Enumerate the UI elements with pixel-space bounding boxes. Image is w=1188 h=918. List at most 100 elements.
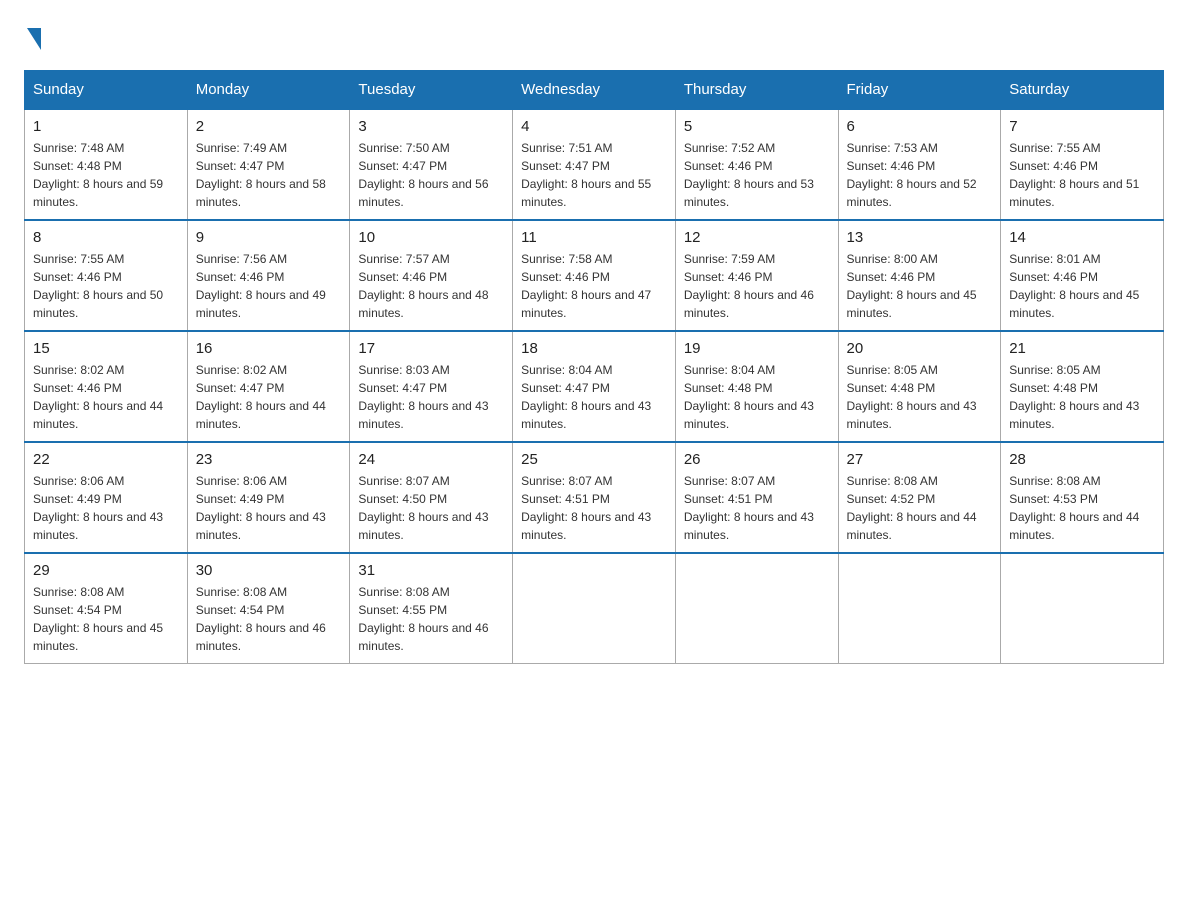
day-info: Sunrise: 8:08 AMSunset: 4:53 PMDaylight:… — [1009, 474, 1139, 542]
weekday-header-saturday: Saturday — [1001, 71, 1164, 110]
table-row — [838, 553, 1001, 664]
day-number: 15 — [33, 340, 179, 357]
table-row: 19 Sunrise: 8:04 AMSunset: 4:48 PMDaylig… — [675, 331, 838, 442]
day-info: Sunrise: 8:07 AMSunset: 4:51 PMDaylight:… — [521, 474, 651, 542]
day-info: Sunrise: 8:06 AMSunset: 4:49 PMDaylight:… — [33, 474, 163, 542]
table-row: 7 Sunrise: 7:55 AMSunset: 4:46 PMDayligh… — [1001, 109, 1164, 220]
day-number: 16 — [196, 340, 342, 357]
table-row: 27 Sunrise: 8:08 AMSunset: 4:52 PMDaylig… — [838, 442, 1001, 553]
table-row: 24 Sunrise: 8:07 AMSunset: 4:50 PMDaylig… — [350, 442, 513, 553]
day-info: Sunrise: 8:04 AMSunset: 4:47 PMDaylight:… — [521, 363, 651, 431]
day-number: 29 — [33, 562, 179, 579]
week-row-5: 29 Sunrise: 8:08 AMSunset: 4:54 PMDaylig… — [25, 553, 1164, 664]
table-row: 4 Sunrise: 7:51 AMSunset: 4:47 PMDayligh… — [513, 109, 676, 220]
calendar-table: SundayMondayTuesdayWednesdayThursdayFrid… — [24, 70, 1164, 664]
day-number: 7 — [1009, 118, 1155, 135]
day-info: Sunrise: 7:51 AMSunset: 4:47 PMDaylight:… — [521, 141, 651, 209]
day-number: 30 — [196, 562, 342, 579]
day-info: Sunrise: 7:55 AMSunset: 4:46 PMDaylight:… — [33, 252, 163, 320]
logo — [24, 24, 41, 50]
day-number: 10 — [358, 229, 504, 246]
table-row: 26 Sunrise: 8:07 AMSunset: 4:51 PMDaylig… — [675, 442, 838, 553]
day-number: 17 — [358, 340, 504, 357]
day-number: 11 — [521, 229, 667, 246]
day-info: Sunrise: 8:05 AMSunset: 4:48 PMDaylight:… — [1009, 363, 1139, 431]
day-number: 24 — [358, 451, 504, 468]
day-info: Sunrise: 7:58 AMSunset: 4:46 PMDaylight:… — [521, 252, 651, 320]
day-info: Sunrise: 7:53 AMSunset: 4:46 PMDaylight:… — [847, 141, 977, 209]
day-info: Sunrise: 7:50 AMSunset: 4:47 PMDaylight:… — [358, 141, 488, 209]
day-number: 18 — [521, 340, 667, 357]
day-number: 21 — [1009, 340, 1155, 357]
day-info: Sunrise: 7:55 AMSunset: 4:46 PMDaylight:… — [1009, 141, 1139, 209]
table-row: 20 Sunrise: 8:05 AMSunset: 4:48 PMDaylig… — [838, 331, 1001, 442]
day-info: Sunrise: 8:06 AMSunset: 4:49 PMDaylight:… — [196, 474, 326, 542]
table-row: 6 Sunrise: 7:53 AMSunset: 4:46 PMDayligh… — [838, 109, 1001, 220]
week-row-1: 1 Sunrise: 7:48 AMSunset: 4:48 PMDayligh… — [25, 109, 1164, 220]
day-number: 9 — [196, 229, 342, 246]
day-info: Sunrise: 7:48 AMSunset: 4:48 PMDaylight:… — [33, 141, 163, 209]
day-info: Sunrise: 8:02 AMSunset: 4:46 PMDaylight:… — [33, 363, 163, 431]
table-row — [675, 553, 838, 664]
day-number: 19 — [684, 340, 830, 357]
table-row: 8 Sunrise: 7:55 AMSunset: 4:46 PMDayligh… — [25, 220, 188, 331]
table-row: 1 Sunrise: 7:48 AMSunset: 4:48 PMDayligh… — [25, 109, 188, 220]
day-info: Sunrise: 8:02 AMSunset: 4:47 PMDaylight:… — [196, 363, 326, 431]
table-row: 23 Sunrise: 8:06 AMSunset: 4:49 PMDaylig… — [187, 442, 350, 553]
day-number: 26 — [684, 451, 830, 468]
day-number: 25 — [521, 451, 667, 468]
day-number: 3 — [358, 118, 504, 135]
day-number: 4 — [521, 118, 667, 135]
day-number: 22 — [33, 451, 179, 468]
week-row-2: 8 Sunrise: 7:55 AMSunset: 4:46 PMDayligh… — [25, 220, 1164, 331]
day-info: Sunrise: 7:52 AMSunset: 4:46 PMDaylight:… — [684, 141, 814, 209]
day-info: Sunrise: 8:03 AMSunset: 4:47 PMDaylight:… — [358, 363, 488, 431]
day-info: Sunrise: 8:08 AMSunset: 4:54 PMDaylight:… — [196, 585, 326, 653]
table-row: 13 Sunrise: 8:00 AMSunset: 4:46 PMDaylig… — [838, 220, 1001, 331]
table-row: 15 Sunrise: 8:02 AMSunset: 4:46 PMDaylig… — [25, 331, 188, 442]
day-number: 8 — [33, 229, 179, 246]
day-info: Sunrise: 8:08 AMSunset: 4:52 PMDaylight:… — [847, 474, 977, 542]
table-row — [1001, 553, 1164, 664]
weekday-header-thursday: Thursday — [675, 71, 838, 110]
table-row: 2 Sunrise: 7:49 AMSunset: 4:47 PMDayligh… — [187, 109, 350, 220]
table-row: 31 Sunrise: 8:08 AMSunset: 4:55 PMDaylig… — [350, 553, 513, 664]
day-info: Sunrise: 8:07 AMSunset: 4:51 PMDaylight:… — [684, 474, 814, 542]
day-number: 28 — [1009, 451, 1155, 468]
day-info: Sunrise: 8:01 AMSunset: 4:46 PMDaylight:… — [1009, 252, 1139, 320]
day-info: Sunrise: 8:08 AMSunset: 4:55 PMDaylight:… — [358, 585, 488, 653]
day-number: 12 — [684, 229, 830, 246]
weekday-header-friday: Friday — [838, 71, 1001, 110]
day-number: 6 — [847, 118, 993, 135]
day-number: 20 — [847, 340, 993, 357]
day-number: 31 — [358, 562, 504, 579]
day-info: Sunrise: 7:57 AMSunset: 4:46 PMDaylight:… — [358, 252, 488, 320]
day-info: Sunrise: 8:00 AMSunset: 4:46 PMDaylight:… — [847, 252, 977, 320]
table-row: 16 Sunrise: 8:02 AMSunset: 4:47 PMDaylig… — [187, 331, 350, 442]
table-row: 17 Sunrise: 8:03 AMSunset: 4:47 PMDaylig… — [350, 331, 513, 442]
day-info: Sunrise: 7:49 AMSunset: 4:47 PMDaylight:… — [196, 141, 326, 209]
logo-arrow-icon — [27, 28, 41, 50]
table-row: 3 Sunrise: 7:50 AMSunset: 4:47 PMDayligh… — [350, 109, 513, 220]
weekday-header-row: SundayMondayTuesdayWednesdayThursdayFrid… — [25, 71, 1164, 110]
weekday-header-sunday: Sunday — [25, 71, 188, 110]
table-row: 22 Sunrise: 8:06 AMSunset: 4:49 PMDaylig… — [25, 442, 188, 553]
table-row: 29 Sunrise: 8:08 AMSunset: 4:54 PMDaylig… — [25, 553, 188, 664]
table-row: 21 Sunrise: 8:05 AMSunset: 4:48 PMDaylig… — [1001, 331, 1164, 442]
day-number: 1 — [33, 118, 179, 135]
weekday-header-monday: Monday — [187, 71, 350, 110]
table-row: 12 Sunrise: 7:59 AMSunset: 4:46 PMDaylig… — [675, 220, 838, 331]
day-info: Sunrise: 7:56 AMSunset: 4:46 PMDaylight:… — [196, 252, 326, 320]
table-row: 28 Sunrise: 8:08 AMSunset: 4:53 PMDaylig… — [1001, 442, 1164, 553]
table-row: 18 Sunrise: 8:04 AMSunset: 4:47 PMDaylig… — [513, 331, 676, 442]
day-number: 23 — [196, 451, 342, 468]
table-row: 10 Sunrise: 7:57 AMSunset: 4:46 PMDaylig… — [350, 220, 513, 331]
weekday-header-wednesday: Wednesday — [513, 71, 676, 110]
table-row: 25 Sunrise: 8:07 AMSunset: 4:51 PMDaylig… — [513, 442, 676, 553]
table-row: 30 Sunrise: 8:08 AMSunset: 4:54 PMDaylig… — [187, 553, 350, 664]
day-number: 5 — [684, 118, 830, 135]
table-row: 11 Sunrise: 7:58 AMSunset: 4:46 PMDaylig… — [513, 220, 676, 331]
day-info: Sunrise: 8:07 AMSunset: 4:50 PMDaylight:… — [358, 474, 488, 542]
weekday-header-tuesday: Tuesday — [350, 71, 513, 110]
table-row — [513, 553, 676, 664]
